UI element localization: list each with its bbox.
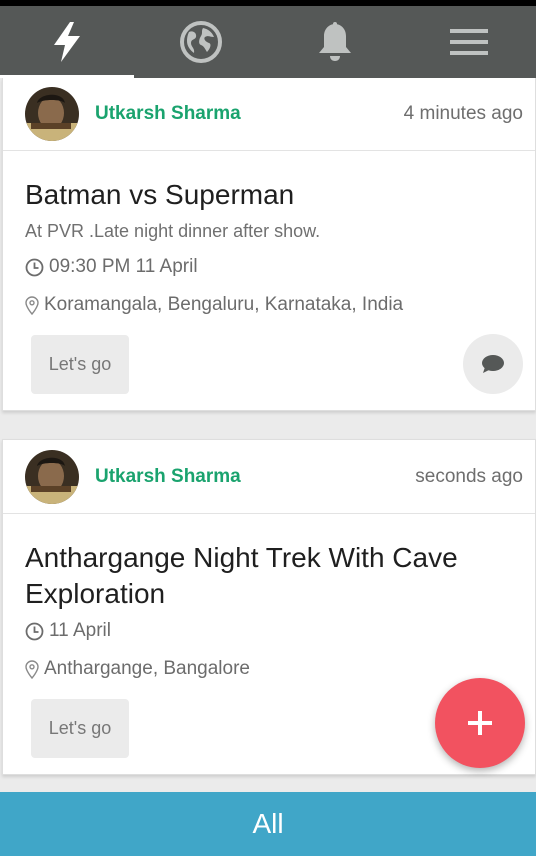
event-location-text: Koramangala, Bengaluru, Karnataka, India	[44, 294, 404, 315]
globe-icon	[180, 21, 222, 63]
event-datetime-text: 09:30 PM 11 April	[49, 256, 198, 277]
filter-label: All	[252, 808, 284, 839]
event-datetime-text: 11 April	[49, 620, 111, 641]
avatar[interactable]	[25, 87, 79, 141]
card-actions: Let's go	[25, 334, 523, 394]
event-location: Koramangala, Bengaluru, Karnataka, India	[25, 294, 513, 316]
lightning-icon	[54, 22, 80, 62]
tab-activity[interactable]	[0, 6, 134, 78]
event-location-text: Anthargange, Bangalore	[44, 658, 250, 679]
avatar[interactable]	[25, 449, 79, 504]
lets-go-button[interactable]: Let's go	[31, 334, 129, 394]
filter-bar[interactable]: All	[0, 792, 536, 856]
location-pin-icon	[25, 659, 39, 679]
lets-go-button[interactable]: Let's go	[31, 698, 129, 758]
event-title[interactable]: Anthargange Night Trek With Cave Explora…	[25, 540, 513, 612]
event-card[interactable]: Utkarsh Sharma 4 minutes ago Batman vs S…	[2, 78, 536, 411]
location-pin-icon	[25, 295, 39, 315]
card-header: Utkarsh Sharma 4 minutes ago	[3, 78, 535, 151]
add-event-button[interactable]	[435, 678, 525, 768]
event-datetime: 09:30 PM 11 April	[25, 256, 513, 278]
card-header: Utkarsh Sharma seconds ago	[3, 440, 535, 514]
clock-icon	[25, 622, 44, 640]
comment-button[interactable]	[463, 334, 523, 394]
event-description: At PVR .Late night dinner after show.	[25, 221, 321, 241]
author-name[interactable]: Utkarsh Sharma	[95, 466, 415, 488]
card-body: Batman vs Superman At PVR .Late night di…	[3, 151, 535, 410]
tab-explore[interactable]	[134, 6, 268, 78]
event-datetime: 11 April	[25, 620, 513, 642]
author-name[interactable]: Utkarsh Sharma	[95, 103, 404, 125]
comment-icon	[482, 355, 504, 373]
bell-icon	[319, 22, 351, 61]
clock-icon	[25, 258, 44, 276]
post-time: seconds ago	[415, 465, 523, 487]
plus-icon	[468, 711, 492, 735]
post-time: 4 minutes ago	[403, 103, 523, 124]
event-location: Anthargange, Bangalore	[25, 658, 513, 680]
top-nav-bar	[0, 0, 536, 78]
tab-notifications[interactable]	[268, 6, 402, 78]
menu-icon	[450, 29, 488, 55]
tab-menu[interactable]	[402, 6, 536, 78]
event-title[interactable]: Batman vs Superman	[25, 177, 513, 213]
